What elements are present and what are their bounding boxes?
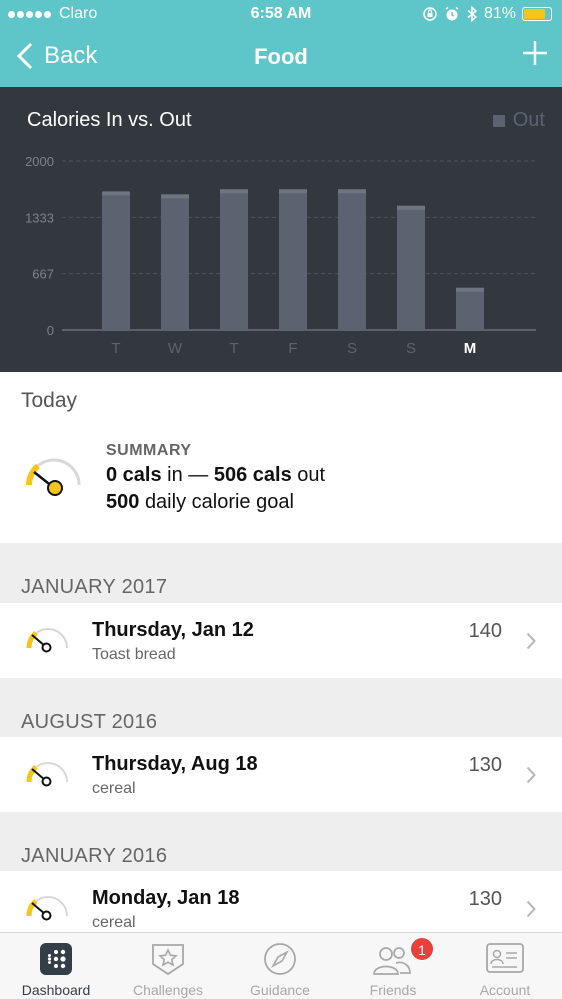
tab-challenges[interactable]: Challenges [112, 933, 224, 999]
status-bar: Claro 6:58 AM 81% [0, 0, 562, 28]
entry-description: cereal [92, 780, 136, 797]
tab-bar: Dashboard Challenges Guidance 1 Friends [0, 932, 562, 999]
chart-bar-cap [456, 287, 484, 292]
entry-date: Monday, Jan 18 [92, 887, 240, 909]
x-tick-label: S [406, 340, 416, 357]
tab-label: Guidance [250, 982, 310, 998]
chart-bar[interactable] [161, 194, 189, 330]
chart-bar[interactable] [220, 189, 248, 330]
tab-account[interactable]: Account [449, 933, 561, 999]
back-label: Back [44, 42, 98, 69]
tab-guidance[interactable]: Guidance [224, 933, 336, 999]
challenges-star-icon [152, 944, 184, 976]
account-card-icon [486, 943, 524, 973]
add-button[interactable] [522, 40, 548, 71]
orientation-lock-icon [423, 7, 437, 21]
section-header-january-2016: JANUARY 2016 [21, 845, 168, 867]
entry-description: Toast bread [92, 646, 176, 663]
chevron-left-icon [16, 42, 33, 70]
summary-goal-line: 500 daily calorie goal [106, 491, 294, 514]
chevron-right-icon [526, 632, 536, 650]
entry-description: cereal [92, 914, 136, 931]
entry-date: Thursday, Aug 18 [92, 753, 258, 775]
x-tick-label: T [111, 340, 120, 357]
chart-legend: Out [492, 109, 545, 132]
today-card[interactable]: Today SUMMARY 0 cals in — 506 cals out 5… [0, 372, 562, 543]
calories-chart[interactable]: 2000 1333 667 0 T W T F S S M Calories In vs. Out … [0, 87, 562, 372]
goal-value: 500 [106, 491, 140, 513]
chart-bar-cap [102, 191, 130, 196]
entry-date: Thursday, Jan 12 [92, 619, 254, 641]
tab-label: Dashboard [21, 982, 91, 998]
chart-bar[interactable] [102, 191, 130, 330]
cals-out-word: out [297, 464, 326, 486]
section-header-august-2016: AUGUST 2016 [21, 711, 158, 733]
friends-icon [373, 947, 411, 975]
entry-calories: 130 [468, 754, 502, 776]
y-tick-label: 667 [32, 267, 54, 282]
x-tick-label: W [168, 340, 183, 357]
x-tick-label: T [229, 340, 238, 357]
battery-percent: 81% [483, 5, 516, 22]
chart-bar-cap [338, 189, 366, 194]
list-item[interactable]: Thursday, Jan 12 Toast bread 140 [0, 603, 562, 678]
calorie-gauge-icon [26, 762, 68, 787]
chart-bar-cap [397, 205, 425, 210]
legend-label-out: Out [512, 109, 545, 131]
x-tick-label: F [288, 340, 297, 357]
chart-bar[interactable] [456, 287, 484, 330]
tab-label: Friends [369, 982, 417, 998]
cals-in-word: in — [167, 464, 209, 486]
plus-icon [523, 41, 547, 65]
chart-bar-cap [161, 194, 189, 199]
dashboard-icon [40, 943, 72, 975]
tab-friends[interactable]: 1 Friends [337, 933, 449, 999]
nav-bar: Back Food [0, 28, 562, 87]
chart-title: Calories In vs. Out [27, 109, 192, 131]
calorie-gauge-icon [26, 458, 81, 496]
chevron-right-icon [526, 766, 536, 784]
entry-calories: 130 [468, 888, 502, 910]
chart-bar-cap [279, 189, 307, 194]
notification-badge: 1 [410, 937, 434, 961]
chart-bar[interactable] [338, 189, 366, 330]
y-tick-label: 2000 [25, 154, 54, 169]
tab-label: Account [479, 982, 531, 998]
goal-text: daily calorie goal [144, 491, 294, 513]
battery-icon [522, 7, 552, 21]
today-label: Today [21, 389, 78, 412]
alarm-icon [445, 6, 459, 21]
tab-label: Challenges [132, 982, 204, 998]
summary-calories-line: 0 cals in — 506 cals out [106, 464, 325, 487]
y-tick-label: 0 [47, 323, 54, 338]
chart-bar[interactable] [397, 205, 425, 330]
cals-out-value: 506 cals [213, 464, 292, 486]
section-header-january-2017: JANUARY 2017 [21, 576, 168, 598]
list-item[interactable]: Thursday, Aug 18 cereal 130 [0, 737, 562, 812]
chart-bar[interactable] [279, 189, 307, 330]
summary-heading: SUMMARY [106, 442, 192, 459]
bluetooth-icon [467, 6, 478, 22]
calorie-gauge-icon [26, 896, 68, 921]
x-tick-label: M [464, 340, 477, 357]
entry-calories: 140 [468, 620, 502, 642]
compass-icon [264, 943, 296, 975]
calorie-gauge-icon [26, 628, 68, 653]
y-tick-label: 1333 [25, 210, 54, 225]
legend-swatch [492, 114, 505, 127]
chart-bar-cap [220, 189, 248, 194]
back-button[interactable]: Back [16, 42, 97, 70]
chevron-right-icon [526, 900, 536, 918]
tab-dashboard[interactable]: Dashboard [0, 933, 112, 999]
cals-in-value: 0 cals [106, 464, 162, 486]
x-tick-label: S [347, 340, 357, 357]
